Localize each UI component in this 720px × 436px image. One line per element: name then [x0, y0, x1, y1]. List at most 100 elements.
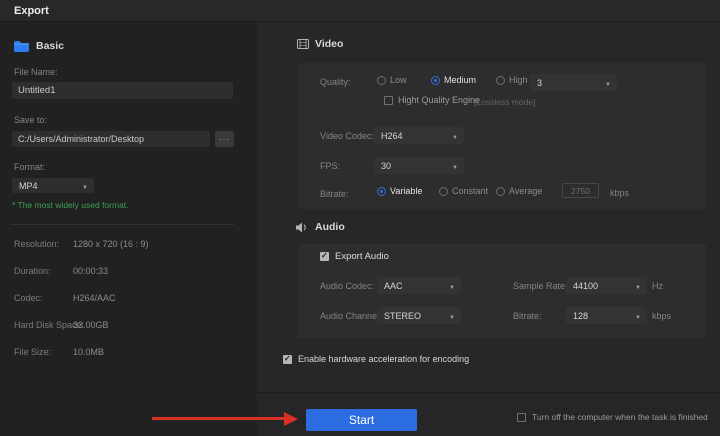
audio-codec-dropdown[interactable]: AAC — [377, 277, 461, 294]
chevron-down-icon — [449, 281, 455, 291]
checkbox-checked-icon — [283, 355, 292, 364]
audio-bitrate-dropdown[interactable]: 128 — [566, 307, 647, 324]
audio-codec-label: Audio Codec: — [320, 282, 374, 291]
info-label-codec: Codec: — [14, 294, 43, 303]
chevron-down-icon — [452, 131, 458, 141]
radio-icon — [496, 76, 505, 85]
video-icon — [297, 39, 309, 49]
hq-engine-checkbox[interactable]: Hight Quality Engine — [384, 96, 480, 105]
audio-channel-value: STEREO — [384, 311, 421, 321]
chevron-down-icon — [452, 161, 458, 171]
start-button[interactable]: Start — [306, 409, 417, 431]
radio-selected-icon — [377, 187, 386, 196]
radio-icon — [377, 76, 386, 85]
bitrate-value: 2750 — [571, 186, 590, 196]
checkbox-checked-icon — [320, 252, 329, 261]
bitrate-radio-average[interactable]: Average — [496, 187, 542, 196]
chevron-down-icon — [449, 311, 455, 321]
sample-rate-dropdown[interactable]: 44100 — [566, 277, 647, 294]
save-to-value: C:/Users/Administrator/Desktop — [18, 134, 144, 144]
annotation-arrow-line — [152, 417, 284, 420]
ellipsis-icon: ··· — [219, 134, 231, 144]
info-label-resolution: Resolution: — [14, 240, 59, 249]
folder-icon — [14, 41, 29, 52]
audio-channel-label: Audio Channel: — [320, 312, 382, 321]
checkbox-icon — [517, 413, 526, 422]
info-label-file-size: File Size: — [14, 348, 51, 357]
sample-rate-value: 44100 — [573, 281, 598, 291]
hw-accel-checkbox[interactable]: Enable hardware acceleration for encodin… — [283, 355, 469, 364]
annotation-arrow-head — [284, 412, 298, 426]
checkbox-icon — [384, 96, 393, 105]
quality-level-value: 3 — [537, 78, 542, 88]
bitrate-option-label: Variable — [390, 187, 422, 196]
radio-selected-icon — [431, 76, 440, 85]
fps-dropdown[interactable]: 30 — [374, 157, 464, 174]
file-name-value: Untitled1 — [18, 85, 56, 96]
chevron-down-icon — [635, 311, 641, 321]
bitrate-option-label: Constant — [452, 187, 488, 196]
audio-section-header: Audio — [296, 222, 345, 233]
video-codec-value: H264 — [381, 131, 403, 141]
format-note: * The most widely used format. — [12, 201, 129, 210]
save-to-input[interactable]: C:/Users/Administrator/Desktop — [12, 131, 210, 147]
hq-engine-label: Hight Quality Engine — [398, 96, 480, 105]
audio-section-title: Audio — [315, 222, 345, 233]
info-value-file-size: 10.0MB — [73, 348, 104, 357]
quality-label: Quality: — [320, 78, 351, 87]
audio-codec-value: AAC — [384, 281, 403, 291]
quality-radio-medium[interactable]: Medium — [431, 76, 476, 85]
sample-rate-label: Sample Rate: — [513, 282, 568, 291]
video-codec-label: Video Codec: — [320, 132, 374, 141]
export-audio-label: Export Audio — [335, 252, 389, 262]
video-section-title: Video — [315, 39, 343, 50]
info-value-disk-space: 33.00GB — [73, 321, 109, 330]
quality-radio-high[interactable]: High — [496, 76, 528, 85]
bitrate-option-label: Average — [509, 187, 542, 196]
bitrate-label: Bitrate: — [320, 190, 349, 199]
basic-section-header: Basic — [14, 41, 64, 52]
info-value-duration: 00:00:33 — [73, 267, 108, 276]
fps-value: 30 — [381, 161, 391, 171]
bitrate-radio-variable[interactable]: Variable — [377, 187, 422, 196]
start-button-label: Start — [349, 413, 374, 427]
fps-label: FPS: — [320, 162, 340, 171]
page-title: Export — [14, 5, 49, 17]
quality-level-dropdown[interactable]: 3 — [530, 74, 617, 91]
info-label-duration: Duration: — [14, 267, 51, 276]
export-audio-checkbox[interactable]: Export Audio — [320, 252, 389, 262]
info-value-codec: H264/AAC — [73, 294, 116, 303]
bitrate-value-input[interactable]: 2750 — [562, 183, 599, 198]
file-name-input[interactable]: Untitled1 — [12, 82, 233, 99]
turn-off-checkbox[interactable]: Turn off the computer when the task is f… — [517, 413, 708, 422]
hq-engine-note: [Lossless mode] — [474, 98, 535, 107]
audio-bitrate-unit: kbps — [652, 312, 671, 321]
info-value-resolution: 1280 x 720 (16 : 9) — [73, 240, 149, 249]
quality-option-label: High — [509, 76, 528, 85]
format-dropdown[interactable]: MP4 — [12, 178, 94, 193]
browse-button[interactable]: ··· — [215, 131, 234, 147]
chevron-down-icon — [605, 78, 611, 88]
quality-option-label: Low — [390, 76, 407, 85]
bitrate-unit: kbps — [610, 189, 629, 198]
audio-bitrate-value: 128 — [573, 311, 588, 321]
sidebar-divider — [10, 224, 234, 225]
radio-icon — [439, 187, 448, 196]
audio-bitrate-label: Bitrate: — [513, 312, 542, 321]
save-to-label: Save to: — [14, 116, 47, 125]
basic-sidebar: Basic File Name: Untitled1 Save to: C:/U… — [0, 22, 257, 436]
format-value: MP4 — [19, 181, 38, 191]
audio-channel-dropdown[interactable]: STEREO — [377, 307, 461, 324]
bitrate-radio-constant[interactable]: Constant — [439, 187, 488, 196]
turn-off-label: Turn off the computer when the task is f… — [532, 413, 708, 422]
quality-option-label: Medium — [444, 76, 476, 85]
radio-icon — [496, 187, 505, 196]
file-name-label: File Name: — [14, 68, 58, 77]
video-section-header: Video — [297, 39, 343, 50]
chevron-down-icon — [82, 181, 88, 191]
video-codec-dropdown[interactable]: H264 — [374, 127, 464, 144]
quality-radio-low[interactable]: Low — [377, 76, 407, 85]
speaker-icon — [296, 222, 309, 233]
basic-section-title: Basic — [36, 41, 64, 52]
sample-rate-unit: Hz — [652, 282, 663, 291]
